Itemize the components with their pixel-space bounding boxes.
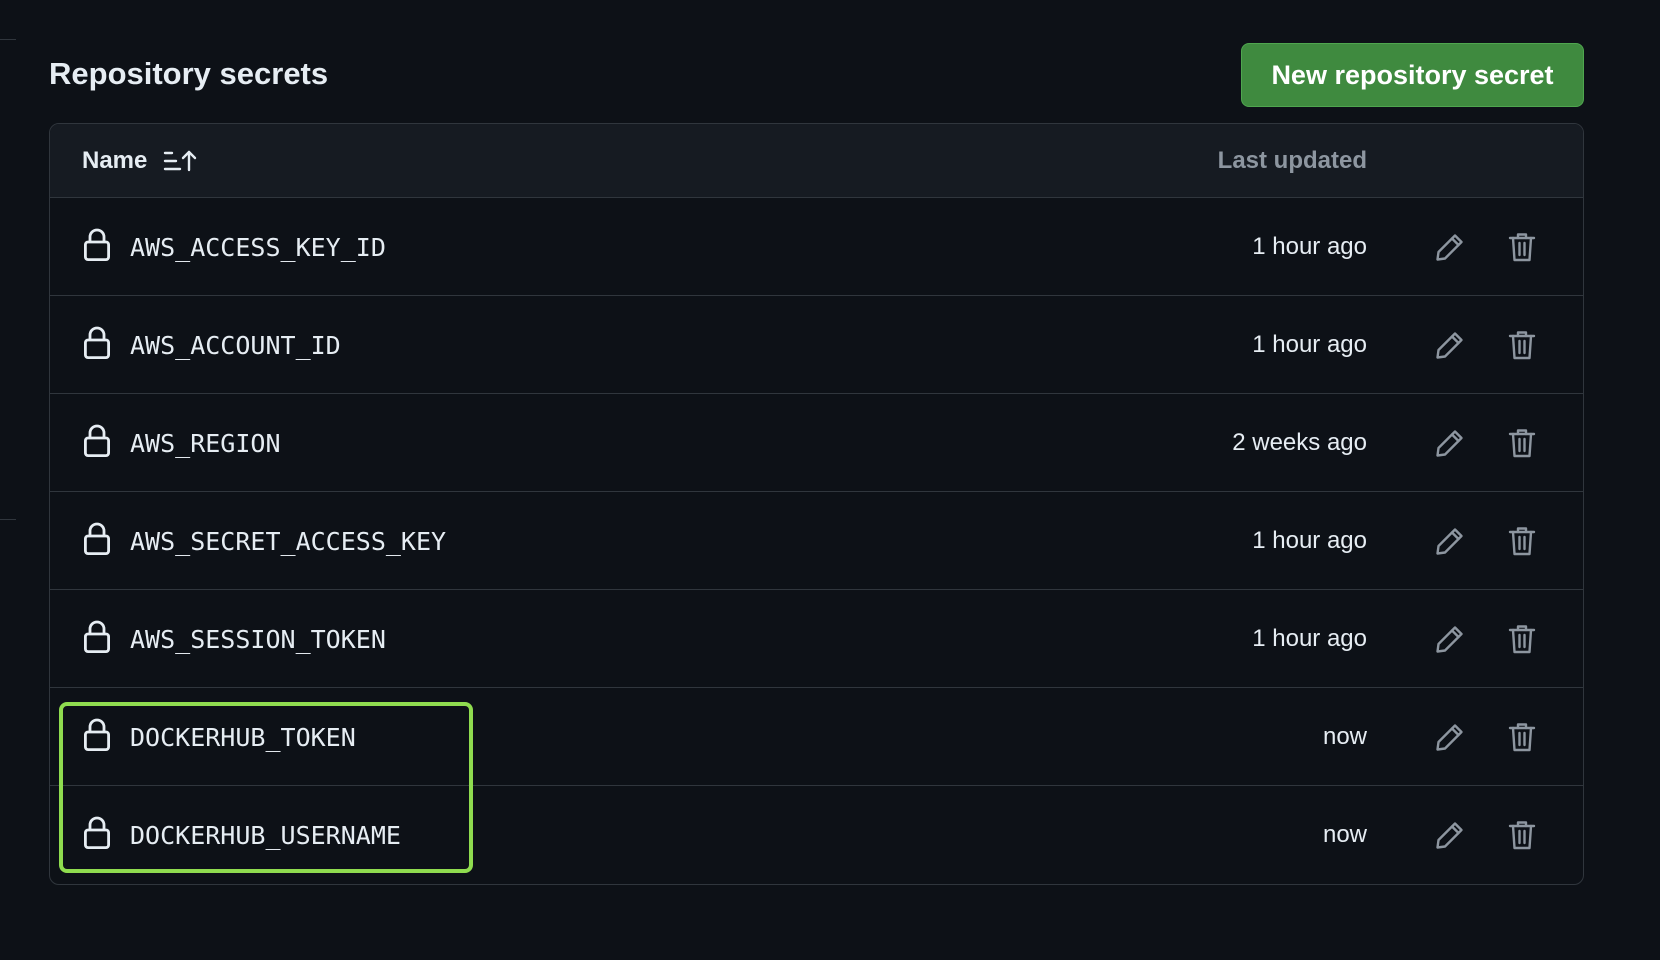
edit-secret-button[interactable] bbox=[1430, 227, 1470, 267]
trash-icon bbox=[1508, 723, 1536, 752]
delete-secret-button[interactable] bbox=[1502, 619, 1542, 659]
edit-secret-button[interactable] bbox=[1430, 521, 1470, 561]
edit-secret-button[interactable] bbox=[1430, 815, 1470, 855]
pencil-icon bbox=[1436, 234, 1463, 261]
secret-name: AWS_ACCOUNT_ID bbox=[130, 330, 341, 360]
secret-name: AWS_ACCESS_KEY_ID bbox=[130, 232, 386, 262]
trash-icon bbox=[1508, 625, 1536, 654]
table-row: AWS_ACCESS_KEY_ID 1 hour ago bbox=[50, 198, 1583, 296]
sort-ascending-icon bbox=[164, 150, 197, 172]
trash-icon bbox=[1508, 821, 1536, 850]
sidebar-edge-line bbox=[0, 39, 16, 40]
pencil-icon bbox=[1436, 430, 1463, 457]
secret-name: AWS_SESSION_TOKEN bbox=[130, 624, 386, 654]
lock-icon bbox=[84, 424, 111, 458]
edit-secret-button[interactable] bbox=[1430, 717, 1470, 757]
table-header: Name Last updated bbox=[50, 124, 1583, 198]
last-updated-value: now bbox=[1322, 821, 1367, 848]
trash-icon bbox=[1508, 429, 1536, 458]
secret-name: AWS_REGION bbox=[130, 428, 281, 458]
table-row: AWS_REGION 2 weeks ago bbox=[50, 394, 1583, 492]
secrets-page: Repository secrets New repository secret… bbox=[0, 0, 1660, 960]
pencil-icon bbox=[1436, 724, 1463, 751]
last-updated-value: now bbox=[1322, 723, 1367, 750]
last-updated-column-header: Last updated bbox=[1217, 147, 1367, 174]
trash-icon bbox=[1508, 527, 1536, 556]
name-column-label: Name bbox=[82, 147, 148, 174]
last-updated-value: 1 hour ago bbox=[1252, 331, 1367, 358]
table-row: AWS_ACCOUNT_ID 1 hour ago bbox=[50, 296, 1583, 394]
lock-icon bbox=[84, 228, 111, 262]
name-column-header[interactable]: Name bbox=[82, 124, 197, 198]
page-title: Repository secrets bbox=[49, 56, 329, 91]
last-updated-value: 1 hour ago bbox=[1252, 625, 1367, 652]
lock-icon bbox=[84, 620, 111, 654]
pencil-icon bbox=[1436, 626, 1463, 653]
highlight-box bbox=[59, 702, 473, 873]
delete-secret-button[interactable] bbox=[1502, 521, 1542, 561]
edit-secret-button[interactable] bbox=[1430, 423, 1470, 463]
lock-icon bbox=[84, 522, 111, 556]
last-updated-value: 1 hour ago bbox=[1252, 233, 1367, 260]
delete-secret-button[interactable] bbox=[1502, 717, 1542, 757]
delete-secret-button[interactable] bbox=[1502, 227, 1542, 267]
trash-icon bbox=[1508, 331, 1536, 360]
lock-icon bbox=[84, 326, 111, 360]
pencil-icon bbox=[1436, 332, 1463, 359]
last-updated-value: 2 weeks ago bbox=[1232, 429, 1367, 456]
sidebar-edge-line bbox=[0, 519, 16, 520]
new-repository-secret-button[interactable]: New repository secret bbox=[1241, 43, 1584, 107]
last-updated-value: 1 hour ago bbox=[1252, 527, 1367, 554]
secret-name: AWS_SECRET_ACCESS_KEY bbox=[130, 526, 447, 556]
delete-secret-button[interactable] bbox=[1502, 815, 1542, 855]
delete-secret-button[interactable] bbox=[1502, 325, 1542, 365]
pencil-icon bbox=[1436, 822, 1463, 849]
pencil-icon bbox=[1436, 528, 1463, 555]
delete-secret-button[interactable] bbox=[1502, 423, 1542, 463]
trash-icon bbox=[1508, 233, 1536, 262]
table-row: AWS_SECRET_ACCESS_KEY 1 hour ago bbox=[50, 492, 1583, 590]
edit-secret-button[interactable] bbox=[1430, 325, 1470, 365]
table-row: AWS_SESSION_TOKEN 1 hour ago bbox=[50, 590, 1583, 688]
edit-secret-button[interactable] bbox=[1430, 619, 1470, 659]
